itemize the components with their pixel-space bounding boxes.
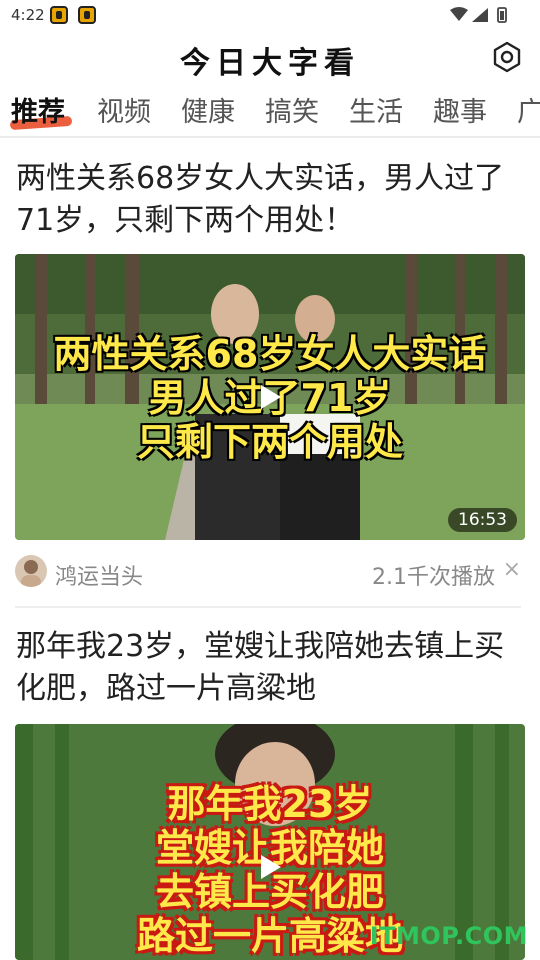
tab-interesting[interactable]: 趣事 [433, 90, 487, 129]
feed-divider [15, 606, 521, 608]
tab-health[interactable]: 健康 [181, 90, 235, 129]
settings-icon[interactable] [490, 40, 524, 74]
app-title: 今日大字看 [180, 46, 360, 81]
tabs-divider [0, 136, 540, 138]
video-thumbnail[interactable]: 两性关系68岁女人大实话 男人过了71岁 只剩下两个用处 16:53 [15, 254, 525, 540]
play-icon[interactable] [259, 853, 283, 881]
system-status-icons [450, 7, 507, 23]
category-tabs: 推荐 视频 健康 搞笑 生活 趣事 广 [0, 84, 540, 136]
tab-recommended[interactable]: 推荐 [11, 90, 65, 129]
play-count: 2.1千次播放 [372, 565, 495, 590]
avatar[interactable] [15, 555, 47, 587]
author-name[interactable]: 鸿运当头 [55, 559, 143, 591]
tab-life[interactable]: 生活 [349, 90, 403, 129]
video-duration: 16:53 [448, 508, 517, 532]
tab-more[interactable]: 广 [517, 90, 540, 129]
watermark: ITMOP.COM [369, 922, 528, 950]
signal-icon [472, 8, 488, 22]
dismiss-icon[interactable]: × [503, 557, 521, 582]
tab-funny[interactable]: 搞笑 [265, 90, 319, 129]
tab-video[interactable]: 视频 [97, 90, 151, 129]
article-meta: 鸿运当头 2.1千次播放 × [15, 551, 525, 591]
thumbnail-caption-line: 两性关系68岁女人大实话 [53, 332, 487, 376]
status-time: 4:22 [11, 6, 45, 24]
notification-app-icon [50, 6, 68, 24]
wifi-icon [450, 7, 468, 21]
thumbnail-caption-line: 只剩下两个用处 [136, 420, 403, 464]
play-icon[interactable] [259, 383, 283, 411]
article-title[interactable]: 两性关系68岁女人大实话，男人过了71岁，只剩下两个用处！ [16, 158, 526, 242]
thumbnail-caption-line: 那年我23岁 [167, 782, 373, 826]
article-title[interactable]: 那年我23岁，堂嫂让我陪她去镇上买化肥，路过一片高粱地 [16, 626, 526, 710]
status-bar: 4:22 [0, 0, 540, 32]
notification-app-icon [78, 6, 96, 24]
app-header: 今日大字看 [0, 32, 540, 84]
